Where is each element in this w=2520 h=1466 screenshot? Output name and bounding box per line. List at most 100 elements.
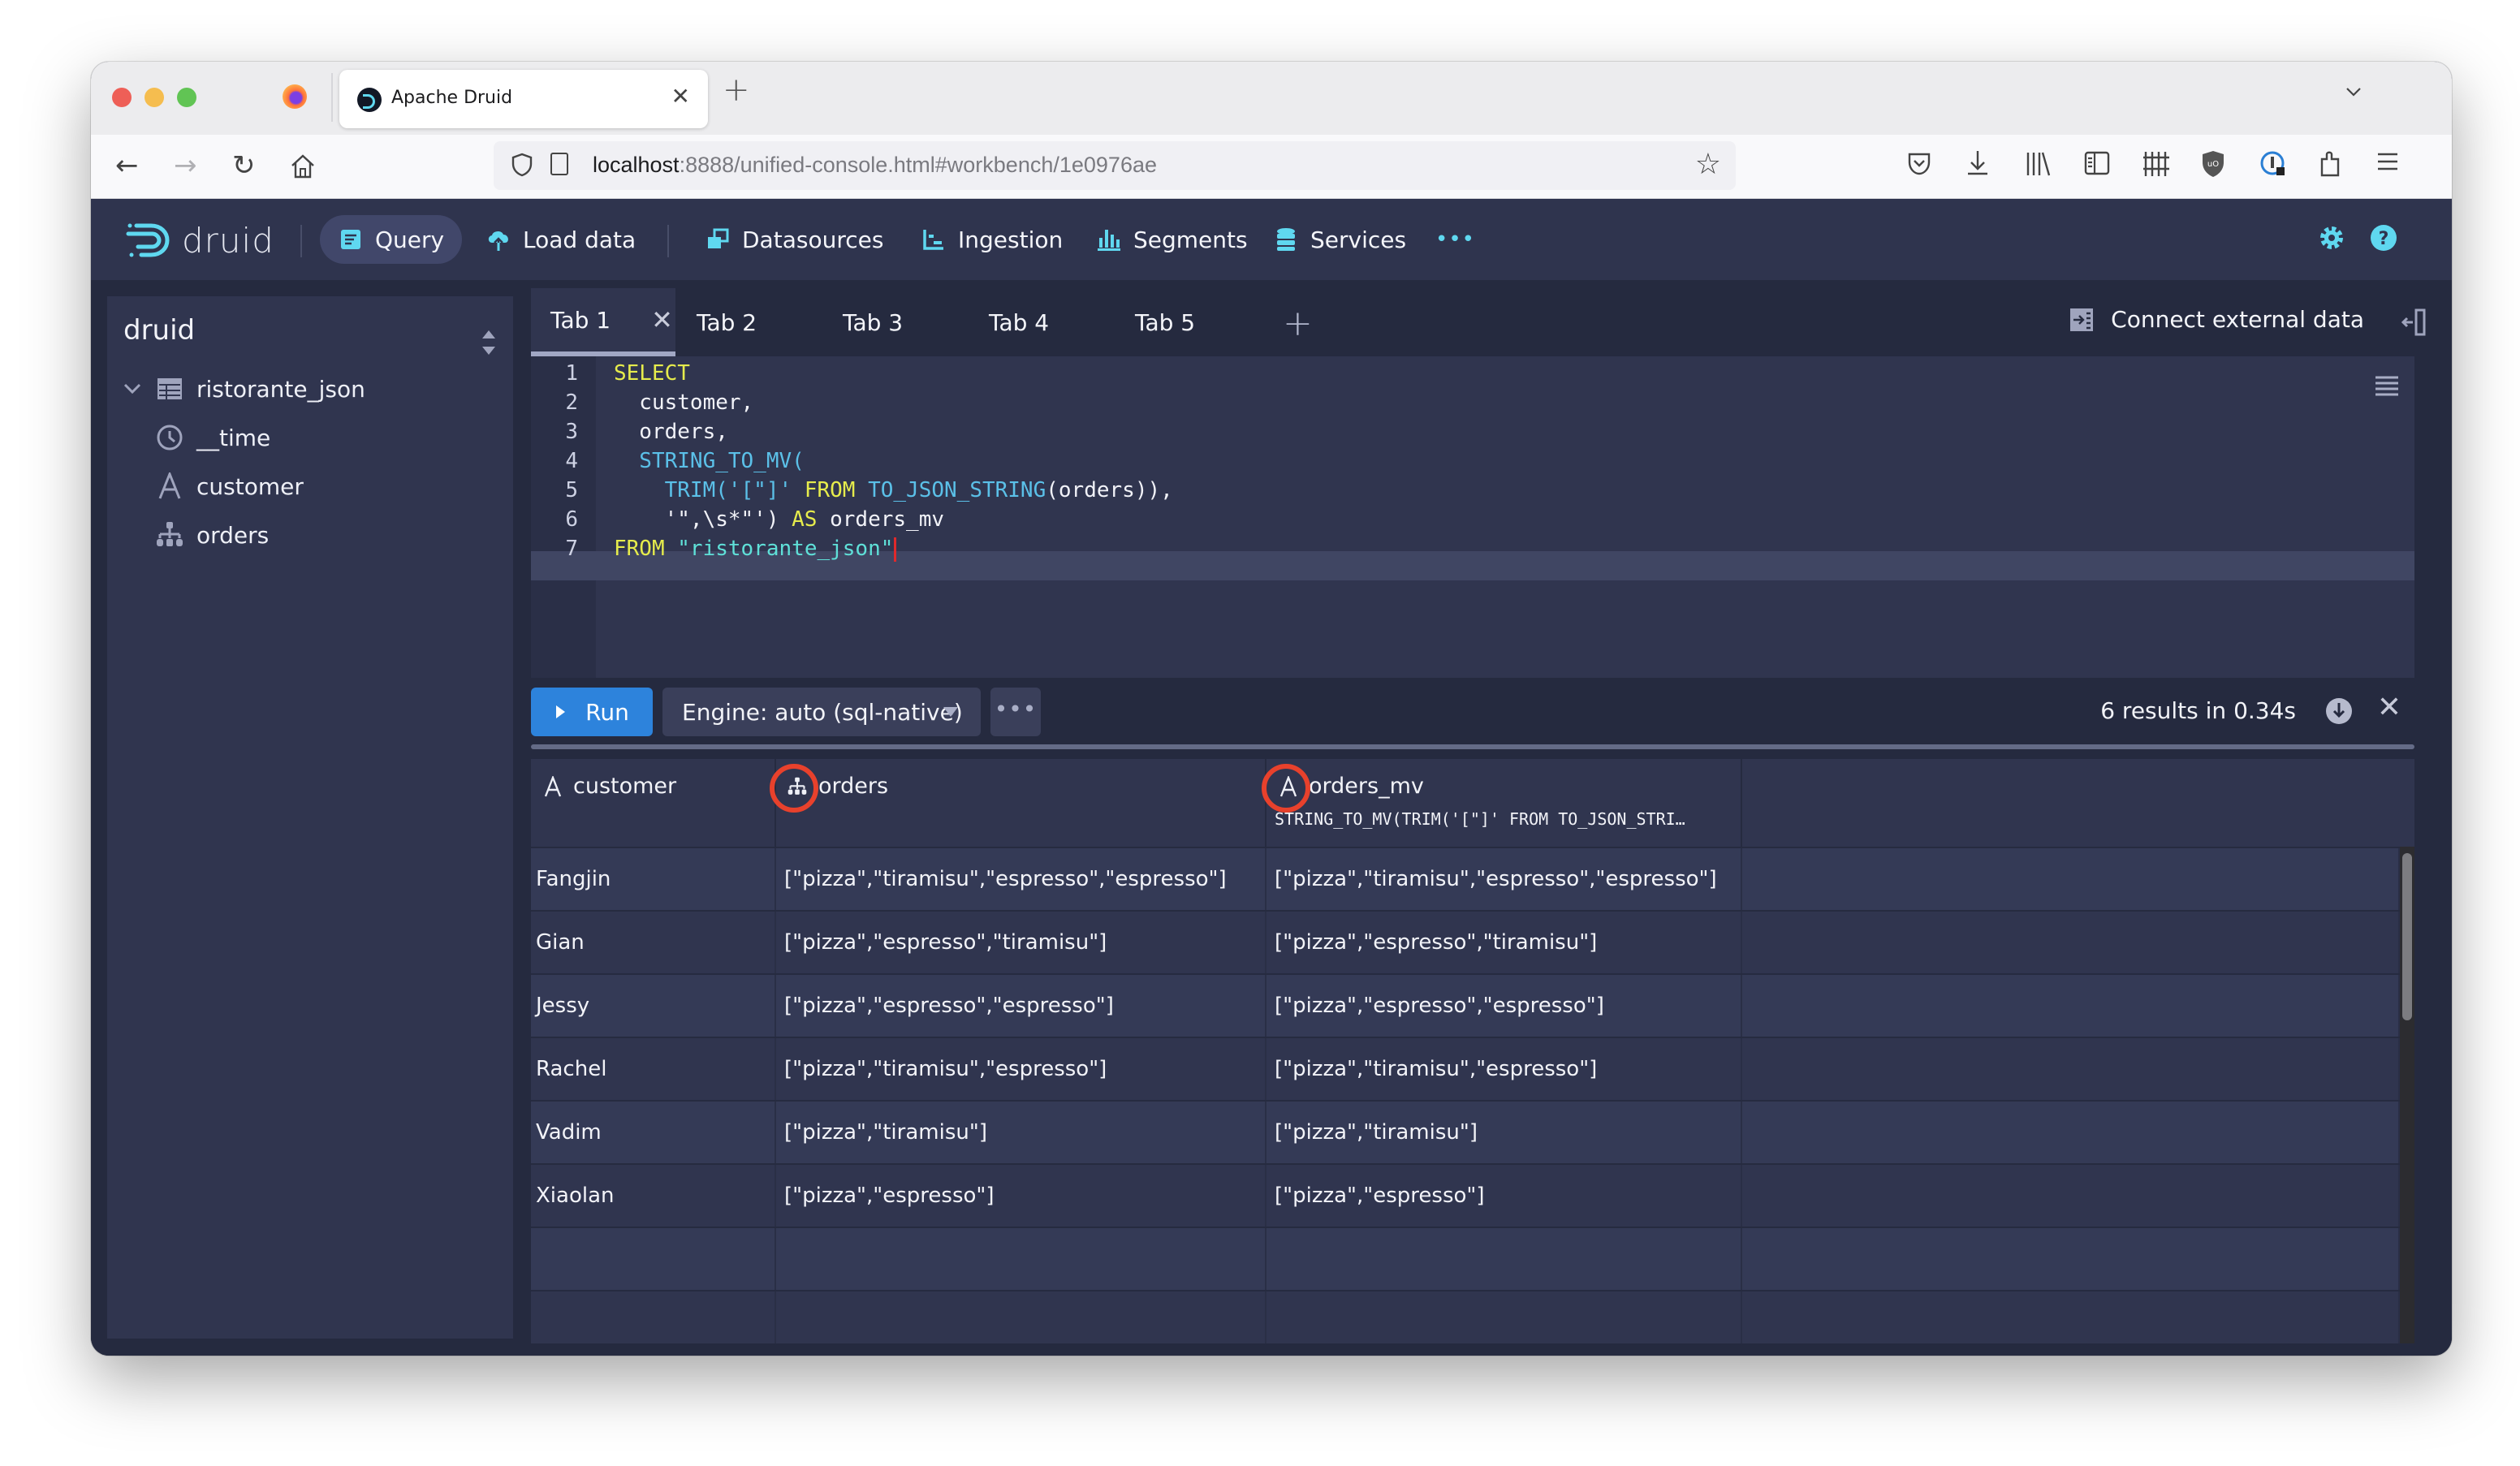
query-tab-3[interactable]: Tab 3 [843, 288, 903, 356]
collapse-panel-icon[interactable] [2400, 308, 2427, 337]
table-cell[interactable]: ["pizza","espresso"] [1266, 1165, 1742, 1227]
table-cell[interactable]: ["pizza","espresso","tiramisu"] [776, 912, 1266, 973]
code-line[interactable]: orders, [614, 420, 728, 444]
page-info-icon[interactable] [550, 153, 568, 175]
table-row[interactable]: Gian ["pizza","espresso","tiramisu"] ["piz… [531, 912, 2400, 975]
table-row[interactable]: Xiaolan ["pizza","espresso"] ["pizza","esp… [531, 1165, 2400, 1228]
nav-load-data[interactable]: Load data [468, 215, 654, 264]
table-cell[interactable]: ["pizza","tiramisu"] [1266, 1102, 1742, 1163]
code-line[interactable]: customer, [614, 390, 753, 415]
table-cell[interactable] [1742, 1102, 2400, 1163]
new-tab-button[interactable]: + [723, 71, 750, 109]
nav-segments[interactable]: Segments [1078, 215, 1266, 264]
nav-datasources[interactable]: Datasources [687, 215, 901, 264]
nav-query[interactable]: Query [320, 215, 463, 264]
code-line[interactable]: STRING_TO_MV( [614, 449, 805, 473]
table-cell[interactable] [1742, 1038, 2400, 1100]
list-all-tabs-chevron-icon[interactable] [2345, 83, 2362, 101]
clear-results-icon[interactable]: ✕ [2377, 691, 2401, 724]
nav-ingestion[interactable]: Ingestion [903, 215, 1081, 264]
sidebar-toggle-icon[interactable] [2083, 149, 2111, 177]
table-cell[interactable] [1742, 1165, 2400, 1227]
maximize-window-button[interactable] [177, 88, 196, 107]
table-cell[interactable]: Xiaolan [531, 1165, 776, 1227]
table-cell[interactable] [1742, 1291, 2400, 1343]
code-line[interactable]: '",\s*"') AS orders_mv [614, 507, 944, 532]
app-menu-hamburger-icon[interactable] [2375, 149, 2400, 174]
table-row[interactable] [531, 1228, 2400, 1291]
pocket-icon[interactable] [1906, 149, 1932, 179]
minimize-window-button[interactable] [145, 88, 164, 107]
table-cell[interactable] [531, 1291, 776, 1343]
forward-arrow-icon[interactable]: → [174, 149, 197, 182]
table-cell[interactable]: Rachel [531, 1038, 776, 1100]
add-query-tab-button[interactable]: + [1283, 303, 1313, 344]
schema-selector-caret-icon[interactable] [481, 329, 497, 356]
table-cell[interactable]: Fangjin [531, 848, 776, 910]
extensions-puzzle-icon[interactable] [2317, 149, 2343, 179]
table-cell[interactable]: ["pizza","tiramisu","espresso","espresso… [776, 848, 1266, 910]
table-cell[interactable]: ["pizza","espresso","espresso"] [1266, 975, 1742, 1037]
column-header-orders-mv[interactable]: orders_mv STRING_TO_MV(TRIM('["]' FROM T… [1262, 759, 1742, 847]
table-cell[interactable]: ["pizza","tiramisu","espresso","espresso… [1266, 848, 1742, 910]
url-text[interactable]: localhost:8888/unified-console.html#work… [593, 153, 1157, 178]
table-row[interactable]: Rachel ["pizza","tiramisu","espresso"] ["p… [531, 1038, 2400, 1102]
table-cell[interactable]: Gian [531, 912, 776, 973]
query-tab-1[interactable]: Tab 1 ✕ [531, 288, 675, 356]
chevron-down-icon[interactable] [123, 383, 141, 395]
table-row[interactable]: Fangjin ["pizza","tiramisu","espresso","e… [531, 848, 2400, 912]
multi-container-icon[interactable] [2142, 149, 2171, 179]
editor-menu-icon[interactable] [2374, 374, 2400, 399]
table-cell[interactable]: ["pizza","espresso","espresso"] [776, 975, 1266, 1037]
settings-gear-icon[interactable] [2315, 222, 2348, 254]
back-arrow-icon[interactable]: ← [115, 149, 139, 182]
more-options-button[interactable]: ••• [990, 688, 1041, 736]
tree-column-orders[interactable]: orders [107, 512, 513, 558]
table-cell[interactable] [1742, 912, 2400, 973]
query-tab-5[interactable]: Tab 5 [1135, 288, 1195, 356]
table-cell[interactable]: ["pizza","tiramisu","espresso"] [776, 1038, 1266, 1100]
sql-editor[interactable]: 1 2 3 4 5 6 7 SELECT customer, orders, STRING_… [531, 356, 2414, 678]
table-row[interactable] [531, 1291, 2400, 1343]
close-query-tab-icon[interactable]: ✕ [651, 304, 673, 335]
reload-icon[interactable]: ↻ [232, 149, 256, 182]
ublock-shield-icon[interactable]: uO [2200, 149, 2226, 179]
table-cell[interactable]: ["pizza","tiramisu"] [776, 1102, 1266, 1163]
browser-tab-active[interactable]: Apache Druid ✕ [339, 70, 708, 128]
table-cell[interactable]: Jessy [531, 975, 776, 1037]
table-cell[interactable]: ["pizza","tiramisu","espresso"] [1266, 1038, 1742, 1100]
library-icon[interactable] [2025, 149, 2052, 179]
code-line[interactable]: FROM "ristorante_json" [614, 537, 897, 562]
engine-selector[interactable]: Engine: auto (sql-native) [662, 688, 981, 736]
schema-selector-label[interactable]: druid [123, 314, 195, 347]
table-cell[interactable] [776, 1228, 1266, 1290]
table-cell[interactable] [776, 1291, 1266, 1343]
connect-external-data-button[interactable]: Connect external data [2069, 306, 2364, 333]
results-scrollbar-thumb[interactable] [2402, 853, 2412, 1020]
table-cell[interactable]: ["pizza","espresso","tiramisu"] [1266, 912, 1742, 973]
tree-datasource-ristorante-json[interactable]: ristorante_json [107, 366, 513, 412]
tree-column-time[interactable]: __time [107, 415, 513, 460]
table-cell[interactable] [1266, 1228, 1742, 1290]
column-header-customer[interactable]: customer [531, 759, 776, 847]
close-window-button[interactable] [112, 88, 132, 107]
firefox-icon[interactable] [283, 84, 307, 109]
table-cell[interactable]: Vadim [531, 1102, 776, 1163]
table-cell[interactable] [1266, 1291, 1742, 1343]
table-cell[interactable] [1742, 975, 2400, 1037]
table-row[interactable]: Vadim ["pizza","tiramisu"] ["pizza","tiram… [531, 1102, 2400, 1165]
table-cell[interactable] [1742, 1228, 2400, 1290]
column-header-orders[interactable]: orders [770, 759, 1266, 847]
table-cell[interactable]: ["pizza","espresso"] [776, 1165, 1266, 1227]
home-icon[interactable] [289, 153, 317, 180]
druid-logo[interactable]: druid [125, 218, 274, 262]
downloads-icon[interactable] [1965, 149, 1991, 179]
nav-services[interactable]: Services [1255, 215, 1424, 264]
results-scrollbar[interactable] [2400, 847, 2414, 1343]
close-tab-icon[interactable]: ✕ [671, 83, 690, 110]
table-cell[interactable] [531, 1228, 776, 1290]
run-button[interactable]: Run [531, 688, 653, 736]
tree-column-customer[interactable]: customer [107, 464, 513, 509]
query-tab-4[interactable]: Tab 4 [989, 288, 1049, 356]
bookmark-star-icon[interactable]: ☆ [1695, 148, 1721, 181]
